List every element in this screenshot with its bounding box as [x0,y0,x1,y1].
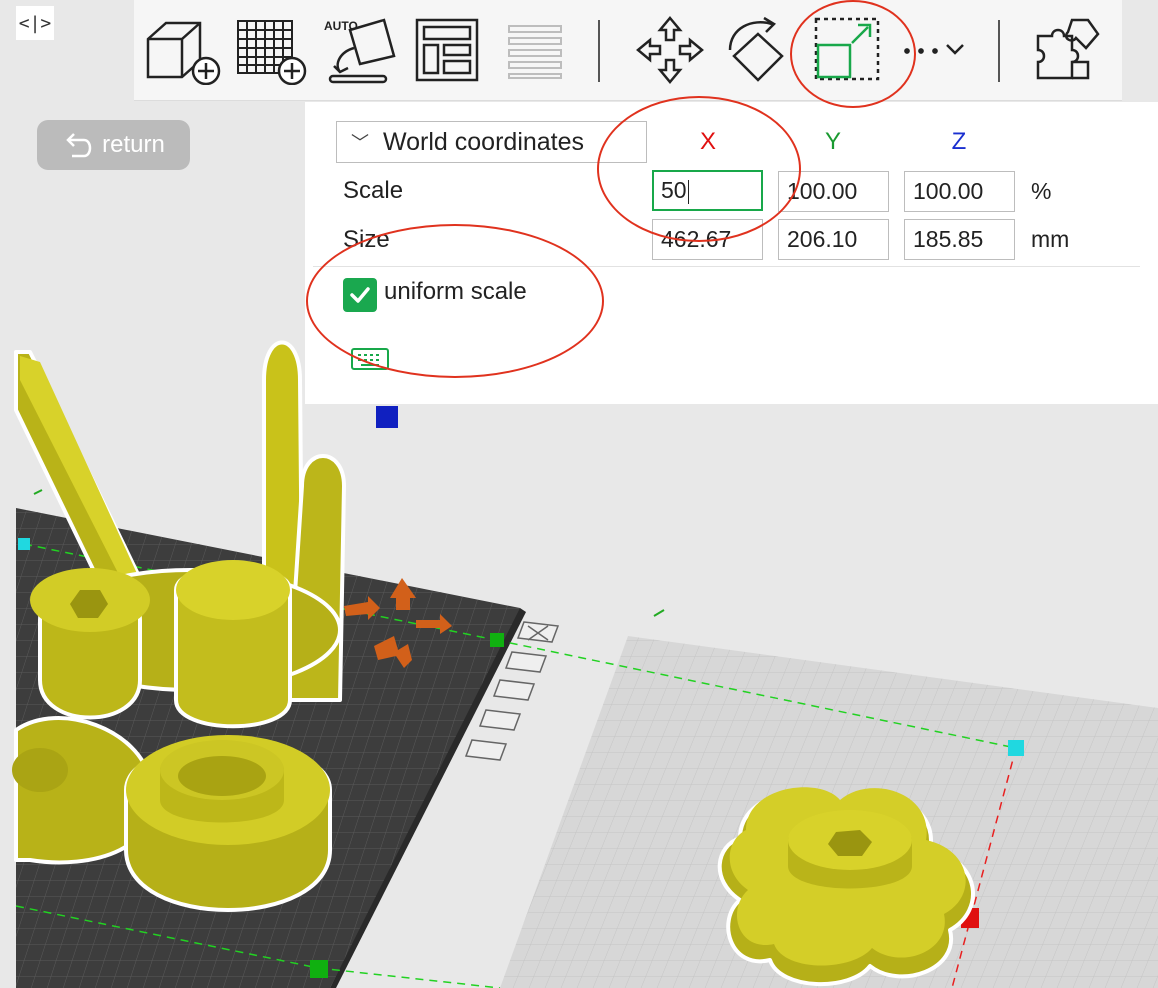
axis-y-label: Y [824,128,841,155]
toolbar-separator [598,20,600,82]
chevron-down-icon: ﹀ [351,133,369,153]
keyboard-shortcuts-button[interactable] [350,346,390,377]
auto-orient-icon: AUTO [324,18,396,84]
cube-plus-icon [146,21,221,85]
split-layers-button [504,10,566,90]
collapse-panel-icon[interactable]: <|> [16,6,54,40]
more-tools-button[interactable] [898,10,970,90]
layers-icon [508,25,562,79]
grid-plus-icon [237,20,307,85]
plate-orient-icon[interactable] [504,651,548,673]
puzzle-icon [1036,18,1100,80]
rotate-icon [728,16,784,82]
scale-button[interactable] [810,10,886,90]
panel-divider [313,266,1140,267]
return-button[interactable]: return [37,120,190,170]
add-object-button[interactable] [142,10,222,90]
rotate-button[interactable] [722,10,798,90]
undo-arrow-icon [66,133,92,158]
axis-x-label: X [699,128,716,155]
checkmark-icon [350,287,370,303]
plate-arrange-icon[interactable] [492,679,536,701]
toolbar-separator [998,20,1000,82]
scale-y-input[interactable]: 100.00 [778,171,889,212]
keyboard-icon [351,348,389,370]
scale-panel: ﹀ World coordinates X Y Z Scale 50 100.0… [305,102,1158,404]
uniform-scale-label: uniform scale [384,278,527,305]
size-x-input[interactable]: 462.67 [652,219,763,260]
arrange-icon [415,18,479,82]
plate-lock-icon[interactable] [478,709,522,731]
more-dots-icon [904,44,964,55]
main-toolbar: AUTO [134,0,1122,101]
scale-icon [814,17,880,81]
arrange-button[interactable] [412,10,482,90]
assembly-button[interactable] [1030,10,1106,90]
plate-close-icon[interactable] [516,621,560,643]
size-y-input[interactable]: 206.10 [778,219,889,260]
scale-z-input[interactable]: 100.00 [904,171,1015,212]
scale-unit: % [1031,178,1052,204]
move-button[interactable] [632,10,708,90]
coordinate-system-value: World coordinates [383,127,585,156]
scale-x-input[interactable]: 50 [652,170,763,211]
return-label: return [102,131,165,158]
svg-text:AUTO: AUTO [324,19,358,33]
uniform-scale-checkbox[interactable] [343,278,377,312]
add-plate-button[interactable] [232,10,312,90]
size-unit: mm [1031,226,1070,252]
axis-z-label: Z [951,128,967,155]
auto-orient-button[interactable]: AUTO [320,10,398,90]
size-row-label: Size [343,226,390,253]
plate-settings-icon[interactable] [464,739,508,761]
size-z-input[interactable]: 185.85 [904,219,1015,260]
coordinate-system-select[interactable]: ﹀ World coordinates [336,121,647,163]
move-arrows-icon [636,16,704,84]
scale-row-label: Scale [343,177,404,204]
